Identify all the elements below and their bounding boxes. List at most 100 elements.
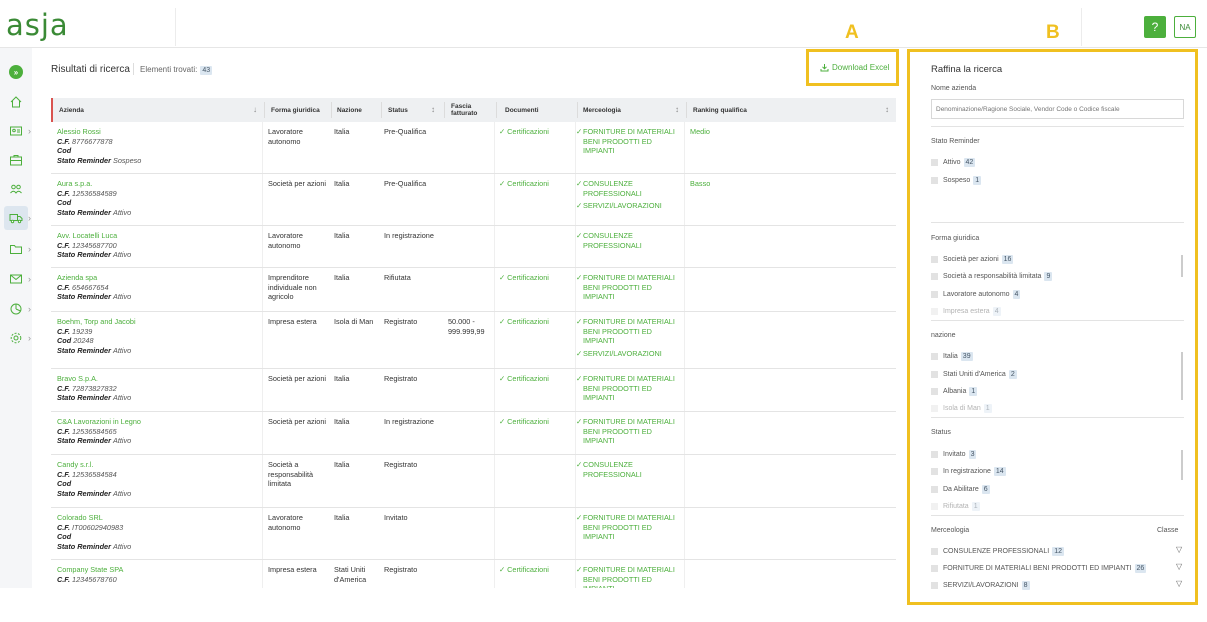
- checkbox[interactable]: [931, 468, 938, 475]
- company-link[interactable]: Candy s.r.l.: [57, 460, 94, 469]
- table-row[interactable]: C&A Lavorazioni in Legno C.F. 12536584565…: [51, 412, 896, 455]
- checkbox[interactable]: [931, 548, 938, 555]
- checkbox[interactable]: [931, 256, 938, 263]
- filter-checkbox-merc[interactable]: CONSULENZE PROFESSIONALI 12: [931, 547, 1064, 556]
- company-link[interactable]: Aura s.p.a.: [57, 179, 92, 188]
- checkbox[interactable]: [931, 308, 938, 315]
- table-row[interactable]: Colorado SRL C.F. IT00602940983 Cod Stato …: [51, 508, 896, 560]
- company-link[interactable]: Azienda spa: [57, 273, 97, 282]
- table-row[interactable]: Bravo S.p.A. C.F. 72873827832 Stato Remind…: [51, 369, 896, 412]
- sidebar-item-documents[interactable]: ›: [4, 237, 31, 261]
- filter-checkbox-merc[interactable]: FORNITURE DI MATERIALI BENI PRODOTTI ED …: [931, 564, 1147, 573]
- download-excel-button[interactable]: Download Excel: [820, 63, 889, 72]
- column-header-documenti[interactable]: Documenti: [505, 98, 565, 122]
- company-link[interactable]: Boehm, Torp and Jacobi: [57, 317, 136, 326]
- filter-checkbox-merc[interactable]: SERVIZI/LAVORAZIONI 8: [931, 581, 1030, 590]
- table-row[interactable]: Alessio Rossi C.F. 8776677878 Cod Stato Re…: [51, 122, 896, 174]
- sidebar-item-anagrafica[interactable]: ›: [4, 119, 31, 143]
- user-avatar-button[interactable]: NA: [1174, 16, 1196, 38]
- checkbox[interactable]: [931, 371, 938, 378]
- column-header-nazione[interactable]: Nazione: [337, 98, 382, 122]
- filter-checkbox-nazione[interactable]: Albania 1: [931, 387, 978, 396]
- sidebar-item-reports[interactable]: ›: [4, 297, 31, 321]
- sidebar-item-settings[interactable]: ›: [4, 326, 31, 350]
- filter-option-label: Isola di Man: [943, 405, 981, 412]
- column-header-forma-giuridica[interactable]: Forma giuridica: [271, 98, 331, 122]
- checkbox[interactable]: [931, 177, 938, 184]
- filter-checkbox-forma[interactable]: Società a responsabilità limitata 9: [931, 272, 1053, 281]
- company-link[interactable]: C&A Lavorazioni in Legno: [57, 417, 141, 426]
- sidebar-item-portfolio[interactable]: [4, 148, 28, 172]
- sort-arrow-icon[interactable]: ↕: [675, 105, 679, 114]
- company-link[interactable]: Colorado SRL: [57, 513, 103, 522]
- filter-checkbox-forma[interactable]: Società per azioni 16: [931, 255, 1014, 264]
- table-row[interactable]: Company State SPA C.F. 12345678760 Impresa…: [51, 560, 896, 588]
- filter-checkbox-status[interactable]: Da Abilitare 6: [931, 485, 990, 494]
- filter-funnel-icon[interactable]: ▽: [1176, 579, 1182, 588]
- merceologia-label: CONSULENZE PROFESSIONALI: [583, 179, 642, 198]
- nome-azienda-input[interactable]: [931, 99, 1184, 119]
- sidebar-expand-button[interactable]: »: [4, 60, 28, 84]
- cell-documenti[interactable]: ✓ Certificazioni: [499, 127, 573, 137]
- table-row[interactable]: Azienda spa C.F. 654667654 Stato Reminder …: [51, 268, 896, 312]
- filter-funnel-icon[interactable]: ▽: [1176, 562, 1182, 571]
- nazione-label: nazione: [931, 332, 956, 339]
- filter-checkbox-nazione[interactable]: Italia 39: [931, 352, 973, 361]
- nazione-scrollbar[interactable]: [1181, 352, 1183, 400]
- checkbox[interactable]: [931, 388, 938, 395]
- checkbox[interactable]: [931, 503, 938, 510]
- company-link[interactable]: Alessio Rossi: [57, 127, 101, 136]
- documenti-label: Certificazioni: [507, 273, 549, 282]
- forma-scrollbar[interactable]: [1181, 255, 1183, 277]
- column-header-ranking-qualifica[interactable]: Ranking qualifica: [693, 98, 793, 122]
- filter-checkbox-status[interactable]: Rifiutata 1: [931, 502, 980, 511]
- sidebar-item-users[interactable]: [4, 177, 28, 201]
- sort-arrow-icon[interactable]: ↓: [253, 105, 257, 114]
- cell-documenti[interactable]: ✓ Certificazioni: [499, 179, 573, 189]
- checkbox[interactable]: [931, 273, 938, 280]
- status-scrollbar[interactable]: [1181, 450, 1183, 480]
- column-header-fascia-fatturato[interactable]: Fascia fatturato: [451, 98, 491, 122]
- cell-documenti[interactable]: ✓ Certificazioni: [499, 317, 573, 327]
- table-row[interactable]: Candy s.r.l. C.F. 12536584584 Cod Stato Re…: [51, 455, 896, 508]
- checkbox[interactable]: [931, 451, 938, 458]
- filter-checkbox-stato[interactable]: Sospeso 1: [931, 176, 982, 185]
- cell-documenti[interactable]: ✓ Certificazioni: [499, 417, 573, 427]
- stato-reminder-value: Attivo: [112, 488, 132, 498]
- filter-checkbox-forma[interactable]: Impresa estera 4: [931, 307, 1001, 316]
- sidebar-item-fornitori[interactable]: ›: [4, 206, 31, 230]
- checkbox[interactable]: [931, 291, 938, 298]
- sidebar-item-messages[interactable]: ›: [4, 267, 31, 291]
- checkbox[interactable]: [931, 565, 938, 572]
- company-link[interactable]: Avv. Locatelli Luca: [57, 231, 117, 240]
- column-header-status[interactable]: Status: [388, 98, 428, 122]
- checkbox[interactable]: [931, 405, 938, 412]
- filter-checkbox-forma[interactable]: Lavoratore autonomo 4: [931, 290, 1021, 299]
- table-row[interactable]: Avv. Locatelli Luca C.F. 12345687700 Stato…: [51, 226, 896, 268]
- checkbox[interactable]: [931, 159, 938, 166]
- checkbox[interactable]: [931, 353, 938, 360]
- filter-checkbox-nazione[interactable]: Isola di Man 1: [931, 404, 992, 413]
- asja-logo[interactable]: asja: [6, 8, 69, 42]
- company-link[interactable]: Bravo S.p.A.: [57, 374, 98, 383]
- sort-arrow-icon[interactable]: ↕: [431, 105, 435, 114]
- company-link[interactable]: Company State SPA: [57, 565, 123, 574]
- checkbox[interactable]: [931, 486, 938, 493]
- cell-nazione: Italia: [334, 231, 350, 240]
- column-header-merceologia[interactable]: Merceologia: [583, 98, 663, 122]
- cell-documenti[interactable]: ✓ Certificazioni: [499, 374, 573, 384]
- cell-documenti[interactable]: ✓ Certificazioni: [499, 565, 573, 575]
- cell-documenti[interactable]: ✓ Certificazioni: [499, 273, 573, 283]
- help-button[interactable]: ?: [1144, 16, 1166, 38]
- filter-funnel-icon[interactable]: ▽: [1176, 545, 1182, 554]
- table-row[interactable]: Aura s.p.a. C.F. 12536584589 Cod Stato Rem…: [51, 174, 896, 226]
- filter-checkbox-nazione[interactable]: Stati Uniti d'America 2: [931, 370, 1017, 379]
- checkbox[interactable]: [931, 582, 938, 589]
- column-header-azienda[interactable]: Azienda: [59, 98, 254, 122]
- filter-checkbox-status[interactable]: In registrazione 14: [931, 467, 1006, 476]
- filter-checkbox-status[interactable]: Invitato 3: [931, 450, 977, 459]
- sort-arrow-icon[interactable]: ↕: [885, 105, 889, 114]
- table-row[interactable]: Boehm, Torp and Jacobi C.F. 19239 Cod 2024…: [51, 312, 896, 369]
- filter-checkbox-stato[interactable]: Attivo 42: [931, 158, 976, 167]
- sidebar-item-home[interactable]: [4, 90, 28, 114]
